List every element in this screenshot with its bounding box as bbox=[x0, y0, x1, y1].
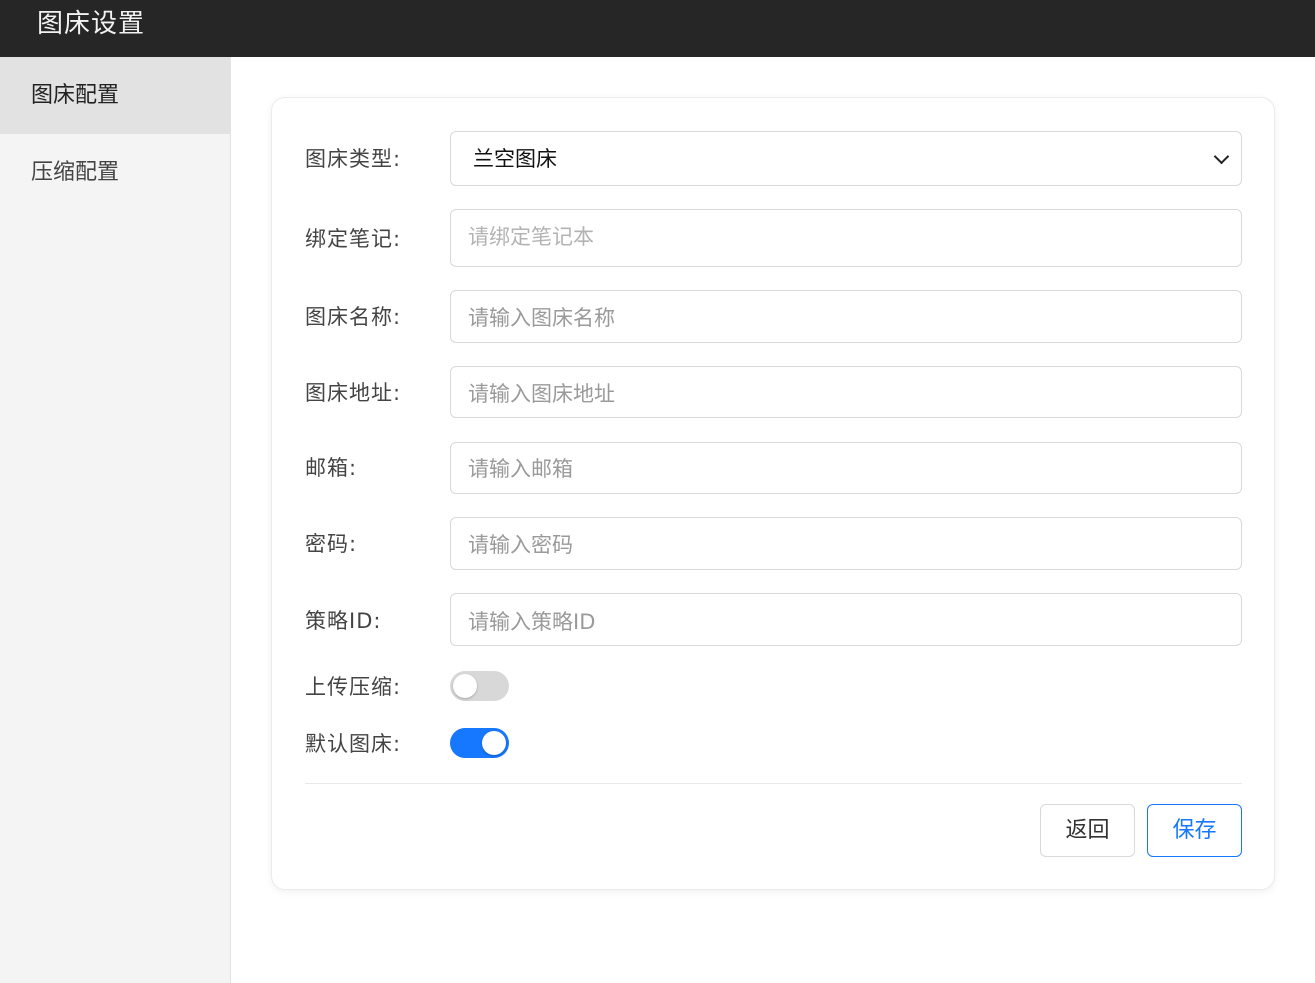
host-type-value: 兰空图床 bbox=[473, 147, 557, 171]
strategy-id-label: 策略ID: bbox=[305, 609, 382, 633]
form-divider bbox=[305, 783, 1242, 784]
host-name-input[interactable]: 请输入图床名称 bbox=[450, 290, 1242, 343]
email-placeholder: 请输入邮箱 bbox=[468, 457, 573, 481]
host-name-label: 图床名称: bbox=[305, 305, 402, 329]
password-label: 密码: bbox=[305, 532, 358, 556]
upload-compress-label: 上传压缩: bbox=[305, 675, 402, 699]
strategy-id-placeholder: 请输入策略ID bbox=[468, 610, 596, 634]
back-button[interactable]: 返回 bbox=[1040, 804, 1135, 857]
host-url-label: 图床地址: bbox=[305, 381, 402, 405]
chevron-down-icon bbox=[1213, 148, 1230, 165]
host-name-placeholder: 请输入图床名称 bbox=[468, 306, 615, 330]
save-button[interactable]: 保存 bbox=[1147, 804, 1242, 857]
email-input[interactable]: 请输入邮箱 bbox=[450, 442, 1242, 494]
toggle-knob bbox=[482, 731, 506, 755]
top-bar: 图床设置 bbox=[0, 0, 1315, 57]
toggle-knob bbox=[453, 674, 477, 698]
host-url-input[interactable]: 请输入图床地址 bbox=[450, 366, 1242, 418]
upload-compress-toggle[interactable] bbox=[450, 671, 509, 701]
password-input[interactable]: 请输入密码 bbox=[450, 517, 1242, 570]
password-placeholder: 请输入密码 bbox=[468, 533, 573, 557]
host-type-select[interactable]: 兰空图床 bbox=[450, 131, 1242, 186]
default-host-toggle[interactable] bbox=[450, 728, 509, 758]
default-host-label: 默认图床: bbox=[305, 732, 402, 756]
sidebar-item-compression-config[interactable]: 压缩配置 bbox=[0, 134, 230, 211]
notebook-label: 绑定笔记: bbox=[305, 227, 402, 251]
notebook-input[interactable]: 请绑定笔记本 bbox=[450, 209, 1242, 267]
email-label: 邮箱: bbox=[305, 456, 358, 480]
notebook-placeholder: 请绑定笔记本 bbox=[468, 225, 594, 249]
host-url-placeholder: 请输入图床地址 bbox=[468, 382, 615, 406]
host-type-label: 图床类型: bbox=[305, 147, 402, 171]
strategy-id-input[interactable]: 请输入策略ID bbox=[450, 593, 1242, 646]
page-title: 图床设置 bbox=[37, 9, 146, 39]
sidebar-item-image-host-config[interactable]: 图床配置 bbox=[0, 57, 230, 134]
sidebar: 图床配置 压缩配置 bbox=[0, 57, 231, 983]
